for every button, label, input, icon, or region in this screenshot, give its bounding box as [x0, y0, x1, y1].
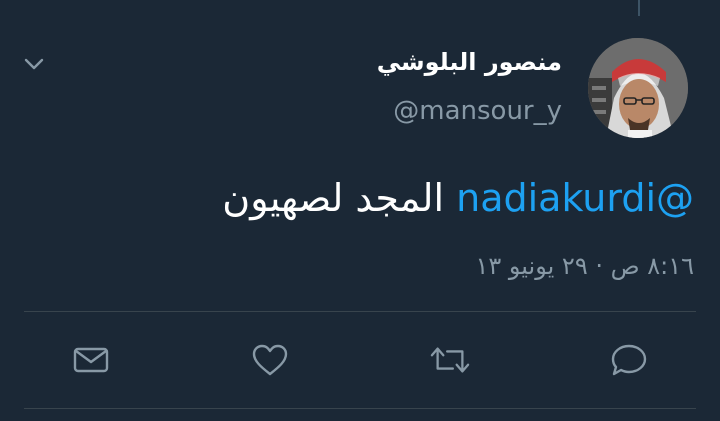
tweet-text: @nadiakurdi المجد لصهيون	[222, 176, 694, 220]
reply-button[interactable]	[609, 340, 649, 380]
action-bar-bottom-divider	[24, 408, 696, 409]
thread-connector-line	[638, 0, 640, 16]
chevron-down-icon	[24, 58, 44, 70]
tweet-body: المجد لصهيون	[222, 176, 445, 220]
mention-link[interactable]: @nadiakurdi	[456, 176, 694, 220]
reply-icon	[611, 344, 647, 376]
avatar-image	[588, 38, 688, 138]
author-avatar[interactable]	[588, 38, 688, 138]
author-display-name[interactable]: منصور البلوشي	[377, 48, 562, 76]
envelope-icon	[73, 347, 109, 373]
like-button[interactable]	[250, 340, 290, 380]
message-button[interactable]	[71, 340, 111, 380]
retweet-button[interactable]	[430, 340, 470, 380]
tweet-timestamp[interactable]: ٨:١٦ ص · ٢٩ يونيو ١٣	[475, 252, 694, 280]
tweet-menu-caret[interactable]	[22, 54, 46, 74]
action-bar-top-divider	[24, 311, 696, 312]
retweet-icon	[430, 347, 470, 373]
heart-icon	[252, 344, 288, 376]
author-handle[interactable]: @mansour_y	[393, 96, 562, 126]
